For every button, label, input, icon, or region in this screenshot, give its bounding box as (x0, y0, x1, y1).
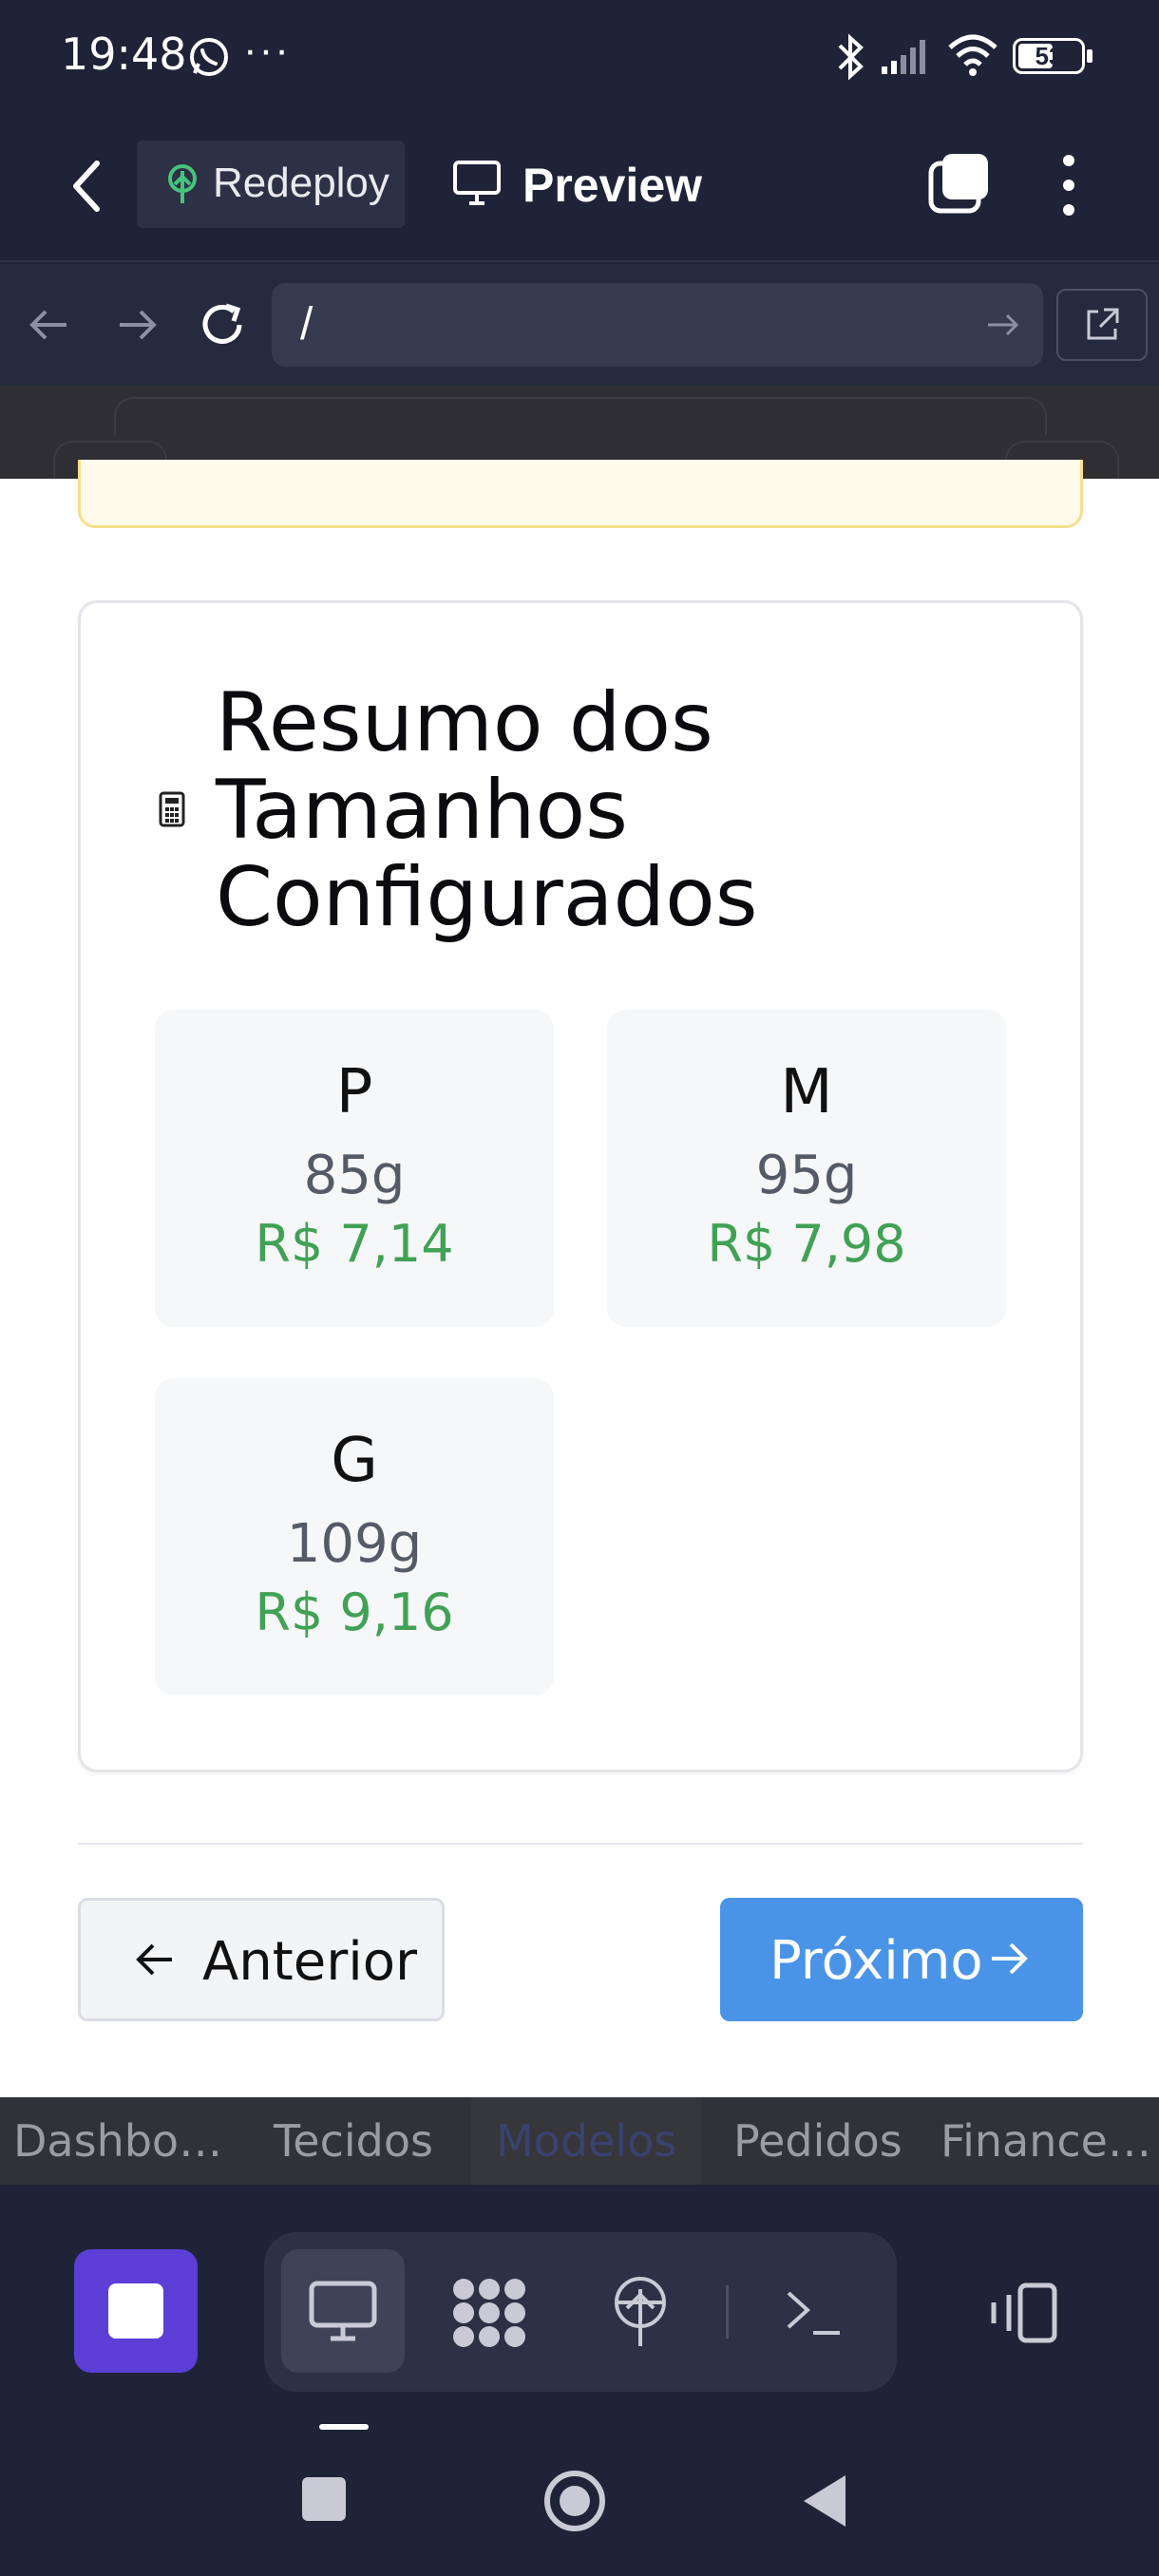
preview-view-button[interactable] (281, 2249, 405, 2373)
agents-icon[interactable] (450, 2276, 528, 2350)
preview-title: Preview (522, 159, 703, 212)
home-icon[interactable] (542, 2468, 608, 2534)
tab-pedidos[interactable]: Pedidos (733, 2097, 902, 2185)
calculator-icon (159, 791, 185, 827)
redeploy-icon (168, 164, 197, 203)
size-summary-card: Resumo dos Tamanhos Configurados P 85g R… (78, 600, 1083, 1772)
terminal-icon[interactable] (785, 2285, 844, 2339)
size-price: R$ 7,14 (255, 1214, 454, 1274)
status-time: 19:48 (61, 28, 187, 80)
arrow-left-icon (136, 1943, 172, 1976)
app-header: Redeploy Preview (0, 114, 1159, 262)
browser-bar: / (0, 264, 1159, 386)
size-price: R$ 9,16 (255, 1582, 454, 1642)
tab-tecidos[interactable]: Tecidos (274, 2097, 433, 2185)
browser-forward-icon[interactable] (116, 306, 158, 344)
split-view-icon[interactable] (988, 2282, 1060, 2344)
arrow-right-icon (992, 1942, 1028, 1975)
back-icon[interactable] (68, 158, 106, 215)
card-title: Resumo dos Tamanhos Configurados (216, 675, 758, 945)
size-card: G 109g R$ 9,16 (155, 1378, 554, 1695)
stop-button[interactable] (74, 2249, 198, 2373)
size-weight: 109g (286, 1513, 423, 1575)
browser-back-icon[interactable] (28, 306, 70, 344)
size-name: M (780, 1057, 833, 1127)
deploy-icon[interactable] (610, 2276, 671, 2350)
url-field[interactable]: / (272, 283, 1043, 367)
warning-box (78, 460, 1083, 528)
monitor-icon (453, 161, 501, 205)
system-nav-bar (0, 2424, 1159, 2576)
previous-label: Anterior (202, 1931, 418, 1993)
tabs-icon[interactable] (925, 150, 992, 217)
next-label: Próximo (770, 1930, 983, 1992)
size-weight: 95g (755, 1145, 858, 1206)
tab-financeiro[interactable]: Finance… (940, 2097, 1151, 2185)
home-indicator (319, 2424, 369, 2430)
desktop-icon (309, 2281, 377, 2341)
more-notifications-icon: ··· (243, 27, 291, 73)
redeploy-button[interactable]: Redeploy (137, 141, 405, 228)
previous-button[interactable]: Anterior (78, 1898, 445, 2021)
next-button[interactable]: Próximo (720, 1898, 1083, 2021)
battery-level: 53 (1035, 42, 1063, 70)
size-price: R$ 7,98 (707, 1214, 906, 1274)
tab-modelos[interactable]: Modelos (471, 2097, 702, 2185)
app-tab-bar: Dashbo… Tecidos Modelos Pedidos Finance… (0, 2097, 1159, 2185)
more-vert-icon[interactable] (1054, 152, 1083, 218)
stop-icon (108, 2283, 163, 2339)
size-card: P 85g R$ 7,14 (155, 1010, 554, 1327)
divider (78, 1843, 1083, 1845)
battery-tip (1087, 49, 1092, 63)
recents-icon[interactable] (302, 2477, 346, 2521)
url-text: / (300, 299, 314, 350)
view-toolbar (264, 2232, 897, 2392)
page-content: Resumo dos Tamanhos Configurados P 85g R… (0, 460, 1159, 2097)
nav-back-icon[interactable] (800, 2472, 849, 2530)
battery-icon: 53 (1013, 38, 1085, 74)
signal-icon (882, 40, 925, 74)
bottom-toolbar (0, 2187, 1159, 2424)
go-icon[interactable] (986, 310, 1020, 340)
size-weight: 85g (303, 1145, 406, 1206)
tab-dashboard[interactable]: Dashbo… (13, 2097, 222, 2185)
toolbar-separator (726, 2285, 729, 2339)
size-name: P (335, 1057, 373, 1127)
size-name: G (331, 1426, 378, 1496)
bluetooth-icon (838, 33, 864, 81)
reload-icon[interactable] (196, 298, 249, 351)
redeploy-label: Redeploy (213, 160, 390, 206)
status-bar: 19:48 ··· 53 (0, 0, 1159, 114)
wifi-icon (948, 34, 998, 76)
whatsapp-icon (190, 38, 228, 76)
external-link-icon (1087, 308, 1119, 340)
open-external-button[interactable] (1056, 289, 1148, 361)
size-card: M 95g R$ 7,98 (607, 1010, 1006, 1327)
